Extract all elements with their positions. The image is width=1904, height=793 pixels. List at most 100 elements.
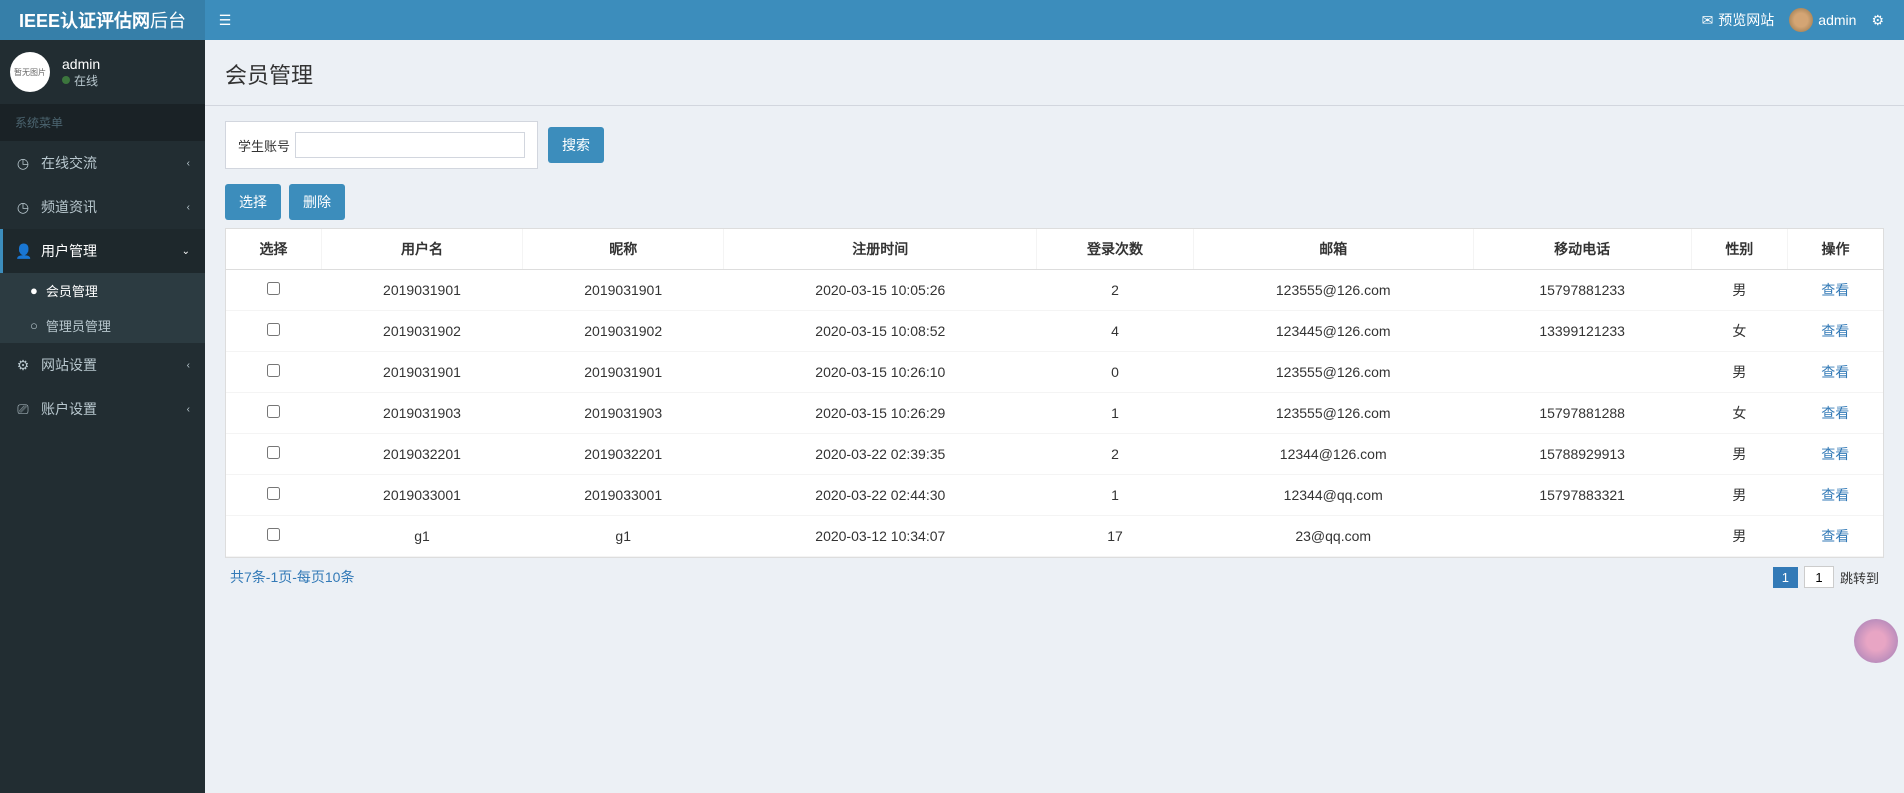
floating-assistant-icon[interactable]	[1854, 619, 1898, 663]
cell-phone	[1473, 352, 1691, 393]
cell-username: 2019032201	[321, 434, 522, 475]
menu-icon: ◷	[15, 199, 31, 216]
cell-reg: 2020-03-15 10:26:29	[724, 393, 1037, 434]
table-row: 201903190120190319012020-03-15 10:26:100…	[226, 352, 1883, 393]
sidebar-item-2[interactable]: 👤用户管理⌄	[0, 229, 205, 273]
row-checkbox[interactable]	[267, 446, 280, 459]
cell-gender: 男	[1691, 516, 1787, 557]
cell-email: 123555@126.com	[1193, 393, 1473, 434]
chevron-left-icon: ‹	[187, 158, 190, 169]
settings-link[interactable]: ⚙	[1871, 12, 1884, 29]
chevron-left-icon: ‹	[187, 404, 190, 415]
table-header: 注册时间	[724, 229, 1037, 270]
view-link[interactable]: 查看	[1821, 528, 1849, 544]
sidebar-item-1[interactable]: ◷频道资讯‹	[0, 185, 205, 229]
cell-reg: 2020-03-22 02:44:30	[724, 475, 1037, 516]
view-link[interactable]: 查看	[1821, 446, 1849, 462]
username-label: admin	[1818, 12, 1856, 28]
cell-phone: 15797883321	[1473, 475, 1691, 516]
page-input[interactable]	[1804, 566, 1834, 588]
cell-email: 12344@126.com	[1193, 434, 1473, 475]
cell-reg: 2020-03-15 10:26:10	[724, 352, 1037, 393]
cell-email: 123445@126.com	[1193, 311, 1473, 352]
cell-nickname: 2019033001	[523, 475, 724, 516]
cell-gender: 女	[1691, 311, 1787, 352]
cell-gender: 男	[1691, 475, 1787, 516]
cell-username: 2019031901	[321, 270, 522, 311]
topbar-right: ✉ 预览网站 admin ⚙	[1702, 8, 1904, 32]
cell-email: 23@qq.com	[1193, 516, 1473, 557]
table-row: 201903300120190330012020-03-22 02:44:301…	[226, 475, 1883, 516]
menu-icon: ◷	[15, 155, 31, 172]
preview-site-link[interactable]: ✉ 预览网站	[1702, 10, 1775, 30]
row-checkbox[interactable]	[267, 364, 280, 377]
table-row: 201903190120190319012020-03-15 10:05:262…	[226, 270, 1883, 311]
table-header: 昵称	[523, 229, 724, 270]
cell-nickname: 2019031903	[523, 393, 724, 434]
cell-nickname: 2019031902	[523, 311, 724, 352]
table-row: 201903220120190322012020-03-22 02:39:352…	[226, 434, 1883, 475]
cell-email: 123555@126.com	[1193, 270, 1473, 311]
chevron-down-icon: ⌄	[182, 246, 190, 257]
select-button[interactable]: 选择	[225, 184, 281, 220]
sidebar-item-4[interactable]: ⎚账户设置‹	[0, 387, 205, 431]
sidebar-item-0[interactable]: ◷在线交流‹	[0, 141, 205, 185]
table-header: 用户名	[321, 229, 522, 270]
user-menu[interactable]: admin	[1789, 8, 1856, 32]
search-box: 学生账号	[225, 121, 538, 169]
mail-icon: ✉	[1702, 12, 1714, 29]
view-link[interactable]: 查看	[1821, 405, 1849, 421]
cell-nickname: 2019031901	[523, 352, 724, 393]
cell-nickname: 2019032201	[523, 434, 724, 475]
delete-button[interactable]: 删除	[289, 184, 345, 220]
cell-username: 2019033001	[321, 475, 522, 516]
sidebar-item-3[interactable]: ⚙网站设置‹	[0, 343, 205, 387]
table-row: g1g12020-03-12 10:34:071723@qq.com男查看	[226, 516, 1883, 557]
sidebar-subitem-2-0[interactable]: ●会员管理	[0, 273, 205, 308]
view-link[interactable]: 查看	[1821, 364, 1849, 380]
cell-nickname: g1	[523, 516, 724, 557]
sidebar: 暂无图片 admin 在线 系统菜单 ◷在线交流‹◷频道资讯‹👤用户管理⌄●会员…	[0, 40, 205, 793]
page-current[interactable]: 1	[1773, 567, 1798, 588]
sidebar-avatar: 暂无图片	[10, 52, 50, 92]
cell-logins: 1	[1037, 475, 1193, 516]
status-dot-icon	[62, 76, 70, 84]
cell-gender: 男	[1691, 270, 1787, 311]
view-link[interactable]: 查看	[1821, 282, 1849, 298]
row-checkbox[interactable]	[267, 487, 280, 500]
row-checkbox[interactable]	[267, 405, 280, 418]
logo-suffix: 后台	[150, 7, 186, 33]
search-button[interactable]: 搜索	[548, 127, 604, 163]
menu-toggle-icon[interactable]: ☰	[205, 12, 245, 29]
table-header: 操作	[1788, 229, 1883, 270]
menu-icon: ⎚	[15, 401, 31, 418]
cell-gender: 男	[1691, 434, 1787, 475]
row-checkbox[interactable]	[267, 282, 280, 295]
menu-icon: 👤	[15, 243, 31, 260]
table-header: 性别	[1691, 229, 1787, 270]
user-panel: 暂无图片 admin 在线	[0, 40, 205, 104]
cell-email: 123555@126.com	[1193, 352, 1473, 393]
logo[interactable]: IEEE认证评估网后台	[0, 0, 205, 40]
row-checkbox[interactable]	[267, 528, 280, 541]
cell-phone: 15788929913	[1473, 434, 1691, 475]
menu-icon: ⚙	[15, 357, 31, 374]
view-link[interactable]: 查看	[1821, 487, 1849, 503]
menu-header: 系统菜单	[0, 104, 205, 141]
cell-email: 12344@qq.com	[1193, 475, 1473, 516]
cell-reg: 2020-03-15 10:05:26	[724, 270, 1037, 311]
row-checkbox[interactable]	[267, 323, 280, 336]
search-input[interactable]	[295, 132, 525, 158]
circle-icon: ○	[30, 318, 38, 333]
table-header: 登录次数	[1037, 229, 1193, 270]
view-link[interactable]: 查看	[1821, 323, 1849, 339]
table-row: 201903190320190319032020-03-15 10:26:291…	[226, 393, 1883, 434]
chevron-left-icon: ‹	[187, 202, 190, 213]
cell-gender: 男	[1691, 352, 1787, 393]
cell-phone: 15797881288	[1473, 393, 1691, 434]
sidebar-subitem-2-1[interactable]: ○管理员管理	[0, 308, 205, 343]
cell-phone: 13399121233	[1473, 311, 1691, 352]
circle-icon: ●	[30, 283, 38, 298]
sidebar-username: admin	[62, 56, 100, 72]
preview-label: 预览网站	[1718, 10, 1774, 30]
